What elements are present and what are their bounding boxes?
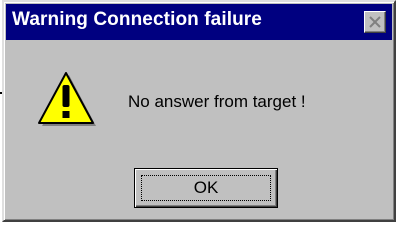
title-bar[interactable]: Warning Connection failure [6,4,392,40]
ok-button[interactable]: OK [134,168,278,208]
close-icon [369,16,381,28]
close-button[interactable] [364,11,386,33]
warning-dialog: Warning Connection failure No answer fro… [2,0,396,222]
warning-icon [38,72,96,126]
ok-button-label: OK [141,175,271,201]
dialog-title: Warning Connection failure [12,9,262,30]
dialog-message: No answer from target ! [128,92,306,111]
